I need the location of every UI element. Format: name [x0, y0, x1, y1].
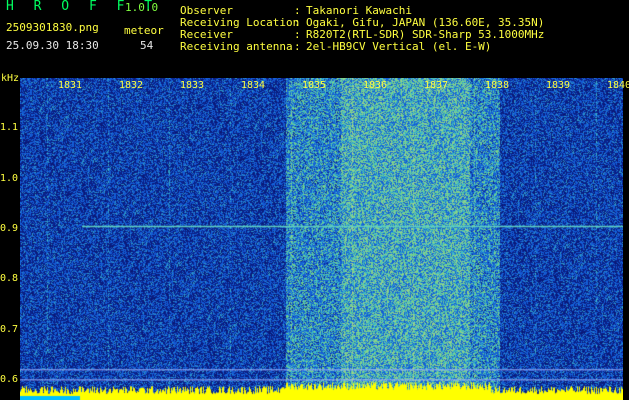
- x-tick-label: 1840: [607, 80, 629, 91]
- antenna-value: 2el-HB9CV Vertical (el. E-W): [306, 40, 492, 53]
- meteor-label: meteor: [124, 24, 164, 37]
- y-tick-label: 0.7: [0, 323, 19, 335]
- x-tick-label: 1838: [485, 80, 510, 91]
- y-tick-label: 0.6: [0, 373, 19, 385]
- antenna-colon: :: [294, 40, 301, 53]
- x-tick-label: 1833: [180, 80, 205, 91]
- x-tick-label: 1835: [302, 80, 327, 91]
- antenna-label: Receiving antenna: [180, 40, 293, 53]
- app-version: 1.0.0: [125, 1, 159, 14]
- header-panel: H R O F F T 1.0.0 2509301830.png 25.09.3…: [0, 0, 629, 76]
- y-axis-unit: kHz: [1, 73, 20, 84]
- x-tick-label: 1831: [58, 80, 83, 91]
- x-tick-label: 1836: [363, 80, 388, 91]
- meteor-count: 54: [140, 39, 154, 52]
- y-tick-label: 1.1: [0, 122, 19, 134]
- datetime-label: 25.09.30 18:30: [6, 39, 99, 52]
- spectrogram-canvas: [20, 78, 623, 400]
- x-tick-label: 1837: [424, 80, 449, 91]
- x-tick-label: 1839: [546, 80, 571, 91]
- filename-label: 2509301830.png: [6, 21, 99, 34]
- x-tick-label: 1834: [241, 80, 266, 91]
- y-tick-label: 1.0: [0, 172, 19, 184]
- y-tick-label: 0.8: [0, 273, 19, 285]
- spectrogram-plot: [20, 78, 623, 400]
- y-tick-label: 0.9: [0, 222, 19, 234]
- x-tick-label: 1832: [119, 80, 144, 91]
